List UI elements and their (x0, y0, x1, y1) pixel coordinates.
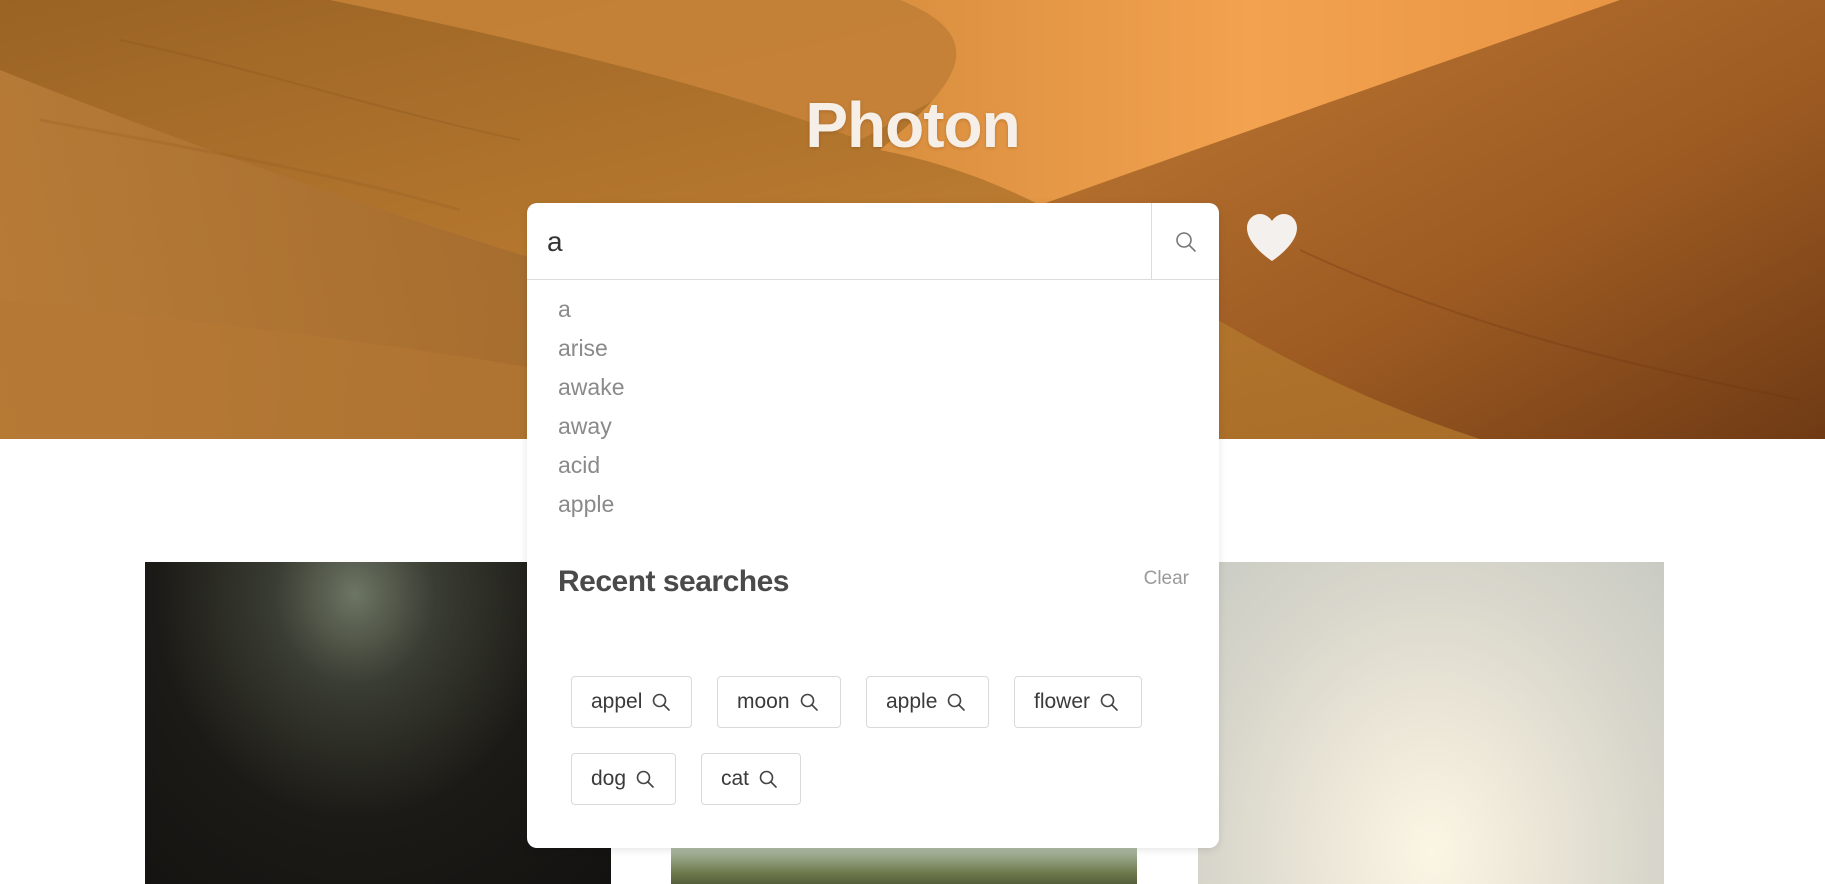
suggestion-item[interactable]: awake (558, 368, 624, 407)
chip-label: appel (591, 690, 643, 713)
heart-icon (1247, 214, 1297, 261)
search-icon (758, 769, 778, 789)
search-icon (1099, 692, 1119, 712)
search-icon (651, 692, 671, 712)
app-title: Photon (805, 89, 1020, 161)
search-icon (946, 692, 966, 712)
page: Photon a arise awake away aci (0, 0, 1825, 884)
suggestion-item[interactable]: a (558, 290, 624, 329)
suggestion-list: a arise awake away acid apple (558, 290, 624, 524)
recent-chip-appel[interactable]: appel (571, 676, 692, 728)
search-icon (635, 769, 655, 789)
search-input[interactable] (547, 221, 1147, 263)
search-icon (799, 692, 819, 712)
recent-chip-moon[interactable]: moon (717, 676, 841, 728)
search-button[interactable] (1152, 203, 1219, 280)
clear-recent-button[interactable]: Clear (1144, 568, 1189, 590)
search-icon (1175, 231, 1196, 252)
chip-label: apple (886, 690, 938, 713)
recent-chip-apple[interactable]: apple (866, 676, 989, 728)
recent-searches-heading: Recent searches (558, 565, 789, 598)
photo-card[interactable] (1198, 562, 1664, 884)
photo-card[interactable] (671, 845, 1137, 884)
chip-label: flower (1034, 690, 1091, 713)
search-panel: a arise awake away acid apple Recent sea… (527, 203, 1219, 848)
chip-label: dog (591, 767, 627, 790)
chip-label: cat (721, 767, 750, 790)
suggestion-item[interactable]: arise (558, 329, 624, 368)
suggestion-item[interactable]: acid (558, 446, 624, 485)
search-bar (527, 203, 1219, 280)
chip-label: moon (737, 690, 790, 713)
recent-chip-flower[interactable]: flower (1014, 676, 1142, 728)
favorites-button[interactable] (1245, 213, 1305, 273)
suggestion-item[interactable]: apple (558, 485, 624, 524)
suggestion-item[interactable]: away (558, 407, 624, 446)
recent-chip-cat[interactable]: cat (701, 753, 801, 805)
recent-chip-dog[interactable]: dog (571, 753, 676, 805)
